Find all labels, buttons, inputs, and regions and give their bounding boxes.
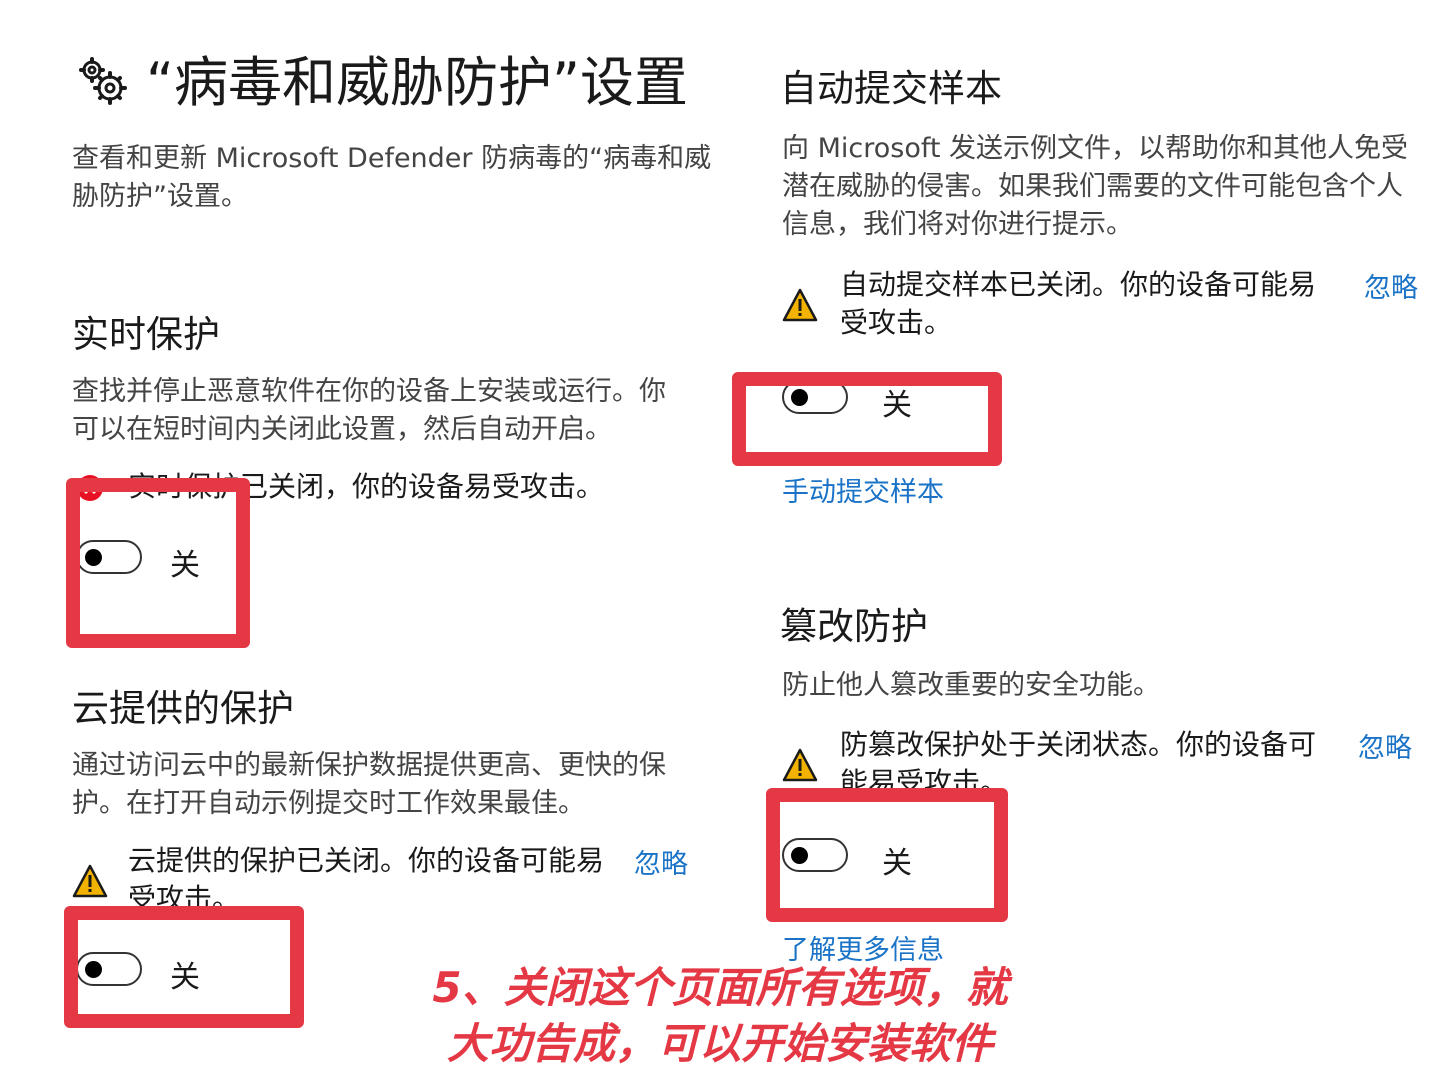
highlight-box-tamper: [766, 788, 1008, 922]
warning-icon: [72, 864, 108, 898]
realtime-description: 查找并停止恶意软件在你的设备上安装或运行。你可以在短时间内关闭此设置，然后自动开…: [72, 376, 666, 445]
sample-warning: 自动提交样本已关闭。你的设备可能易受攻击。: [840, 268, 1317, 339]
cloud-description: 通过访问云中的最新保护数据提供更高、更快的保护。在打开自动示例提交时工作效果最佳…: [72, 750, 666, 819]
settings-page: “病毒和威胁防护”设置 查看和更新 Microsoft Defender 防病毒…: [0, 0, 1440, 1080]
manual-submit-link[interactable]: 手动提交样本: [782, 470, 944, 509]
page-description: 查看和更新 Microsoft Defender 防病毒的“病毒和威胁防护”设置…: [72, 143, 712, 212]
sample-title: 自动提交样本: [780, 67, 1002, 110]
page-title: “病毒和威胁防护”设置: [76, 48, 688, 119]
cloud-title: 云提供的保护: [72, 687, 294, 730]
annotation-caption: 5、关闭这个页面所有选项，就大功告成，可以开始安装软件了: [432, 963, 1008, 1080]
page-title-text: “病毒和威胁防护”设置: [146, 51, 688, 114]
warning-icon: [782, 748, 818, 782]
tamper-title: 篡改防护: [780, 605, 928, 648]
realtime-title: 实时保护: [72, 313, 220, 356]
highlight-box-cloud: [64, 906, 304, 1028]
cloud-dismiss-link[interactable]: 忽略: [634, 842, 688, 881]
tamper-dismiss-link[interactable]: 忽略: [1358, 726, 1412, 765]
highlight-box-realtime: [66, 478, 250, 648]
highlight-box-sample: [732, 372, 1002, 466]
warning-icon: [782, 288, 818, 322]
sample-description: 向 Microsoft 发送示例文件，以帮助你和其他人免受潜在威胁的侵害。如果我…: [782, 133, 1409, 240]
sample-dismiss-link[interactable]: 忽略: [1364, 266, 1418, 305]
gear-icon: [76, 56, 136, 127]
tamper-description: 防止他人篡改重要的安全功能。: [782, 670, 1160, 701]
